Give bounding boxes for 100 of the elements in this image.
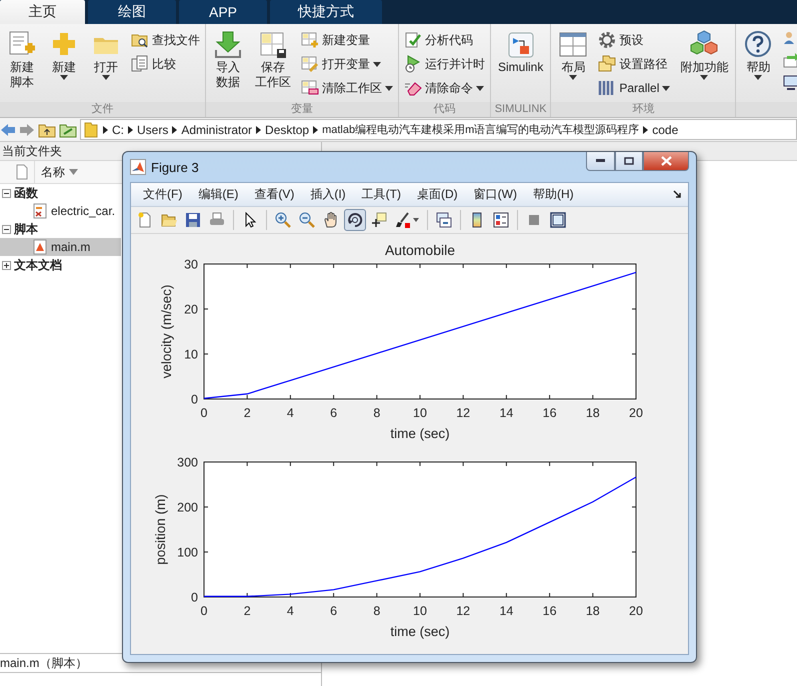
file-row[interactable]: main.m (0, 238, 121, 256)
path-segment[interactable]: Administrator (181, 122, 252, 136)
toolstrip-button[interactable]: 新建 (44, 28, 84, 82)
new-file-icon (137, 212, 153, 228)
back-arrow-icon (0, 122, 16, 138)
function-file-icon (32, 203, 48, 219)
toolstrip-button[interactable]: Simulink (493, 28, 548, 77)
legend-icon (493, 212, 509, 228)
rotate-icon (347, 212, 363, 228)
maximize-icon (624, 157, 634, 165)
name-column-header[interactable]: 名称 (34, 161, 78, 183)
tick-label: 8 (373, 604, 380, 618)
tick-label: 14 (499, 406, 514, 420)
sort-caret-icon (69, 169, 78, 175)
menu-item[interactable]: 插入(I) (302, 186, 354, 203)
path-segment[interactable]: code (652, 122, 678, 136)
toolstrip-button[interactable]: 清除工作区 (301, 78, 393, 98)
tick-label: 12 (456, 604, 470, 618)
tick-label: 14 (499, 604, 514, 618)
expand-icon[interactable] (2, 260, 11, 270)
menu-item[interactable]: 窗口(W) (466, 186, 525, 203)
zoom-in-icon (275, 212, 291, 228)
collapse-icon[interactable] (2, 188, 11, 198)
toolstrip-button[interactable]: 新建 脚本 (2, 28, 42, 92)
toolstrip-button[interactable]: 导入 数据 (208, 28, 248, 92)
file-row[interactable]: electric_car. (0, 202, 121, 220)
toolstrip-button[interactable]: 布局 (553, 28, 594, 82)
minimize-icon (596, 159, 605, 163)
tick-label: 100 (177, 546, 198, 560)
menu-item[interactable]: 工具(T) (354, 186, 409, 203)
tree-item[interactable]: 函数 (0, 184, 121, 202)
close-button[interactable] (643, 152, 689, 171)
square-icon (526, 212, 542, 228)
toolstrip-button[interactable]: 打开变量 (301, 54, 393, 74)
toolstrip-button[interactable]: 保存 工作区 (250, 28, 296, 92)
toolstrip-button[interactable]: 帮助 (738, 28, 778, 82)
tick-label: 10 (184, 348, 198, 362)
caret-icon (413, 218, 419, 222)
tree-item[interactable]: 文本文档 (0, 256, 121, 274)
group-label: 变量 (206, 102, 398, 117)
collapse-icon[interactable] (2, 224, 11, 234)
forward-arrow-icon (19, 122, 35, 138)
tick-label: 10 (413, 604, 427, 618)
tick-label: 20 (629, 406, 643, 420)
tick-label: 200 (177, 500, 198, 514)
printer-icon (209, 212, 225, 228)
minimize-button[interactable] (586, 152, 615, 171)
block-diagram-icon (506, 30, 536, 60)
path-segment[interactable]: C: (112, 122, 124, 136)
ribbon-tab[interactable]: 快捷方式 (270, 0, 382, 24)
tick-label: 20 (184, 302, 198, 316)
toolbar-button[interactable] (344, 209, 366, 231)
toolstrip-button[interactable]: 清除命令 (404, 78, 485, 98)
document-icon (16, 164, 28, 180)
chart-title: Automobile (384, 242, 456, 258)
toolstrip-button[interactable]: 预设 (598, 30, 670, 50)
maximize-button[interactable] (615, 152, 643, 171)
ribbon-tab[interactable]: 主页 (0, 0, 85, 24)
play-clock-icon (404, 55, 422, 73)
panel-frame-icon (550, 212, 566, 228)
file-name: main.m (51, 240, 90, 254)
menu-item[interactable]: 桌面(D) (408, 186, 466, 203)
tree-item[interactable]: 脚本 (0, 220, 121, 238)
file-name: electric_car. (51, 204, 116, 218)
ribbon-tab[interactable]: APP (179, 0, 267, 24)
folder-open-icon (161, 212, 177, 228)
toolstrip-button[interactable]: 设置路径 (598, 54, 670, 74)
tick-label: 300 (177, 456, 198, 470)
close-icon (660, 156, 672, 166)
axis-label: time (sec) (390, 624, 450, 639)
tick-label: 18 (586, 406, 600, 420)
grid-disk-icon (258, 30, 288, 60)
path-field[interactable]: C: Users Administrator Desktop matlab编程电动汽车建模采用m语言编写的电动汽车模型源码程序 code (80, 119, 797, 140)
window-title: Figure 3 (151, 160, 199, 174)
path-segment[interactable]: Users (137, 122, 168, 136)
tick-label: 16 (542, 406, 557, 420)
toolstrip-button[interactable]: Parallel (598, 78, 670, 98)
brush-icon (395, 212, 411, 228)
menu-item[interactable]: 帮助(H) (524, 186, 582, 203)
toolstrip-button[interactable]: 查找文件 (131, 30, 200, 50)
toolstrip-button[interactable]: 新建变量 (301, 30, 393, 50)
matlab-logo-icon (130, 159, 146, 175)
gear-icon (598, 31, 616, 49)
menu-item[interactable]: 文件(F) (135, 186, 190, 203)
data-cursor-icon (371, 212, 387, 228)
breadcrumb-arrow-icon (313, 126, 318, 134)
tick-label: 2 (244, 406, 251, 420)
ribbon-tab[interactable]: 绘图 (88, 0, 176, 24)
monitor-icon (783, 74, 797, 92)
axis-label: time (sec) (390, 426, 450, 441)
toolstrip-button[interactable]: 比较 (131, 54, 200, 74)
menu-item[interactable]: 编辑(E) (190, 186, 246, 203)
path-segment[interactable]: matlab编程电动汽车建模采用m语言编写的电动汽车模型源码程序 (322, 122, 640, 137)
toolstrip-button[interactable]: 运行并计时 (404, 54, 485, 74)
toolstrip-button[interactable]: 打开 (86, 28, 126, 82)
path-segment[interactable]: Desktop (265, 122, 310, 136)
toolstrip-button[interactable]: 分析代码 (404, 30, 485, 50)
toolstrip-button[interactable]: 附加功能 (675, 28, 734, 82)
help-icon (743, 30, 774, 60)
menu-item[interactable]: 查看(V) (246, 186, 302, 203)
